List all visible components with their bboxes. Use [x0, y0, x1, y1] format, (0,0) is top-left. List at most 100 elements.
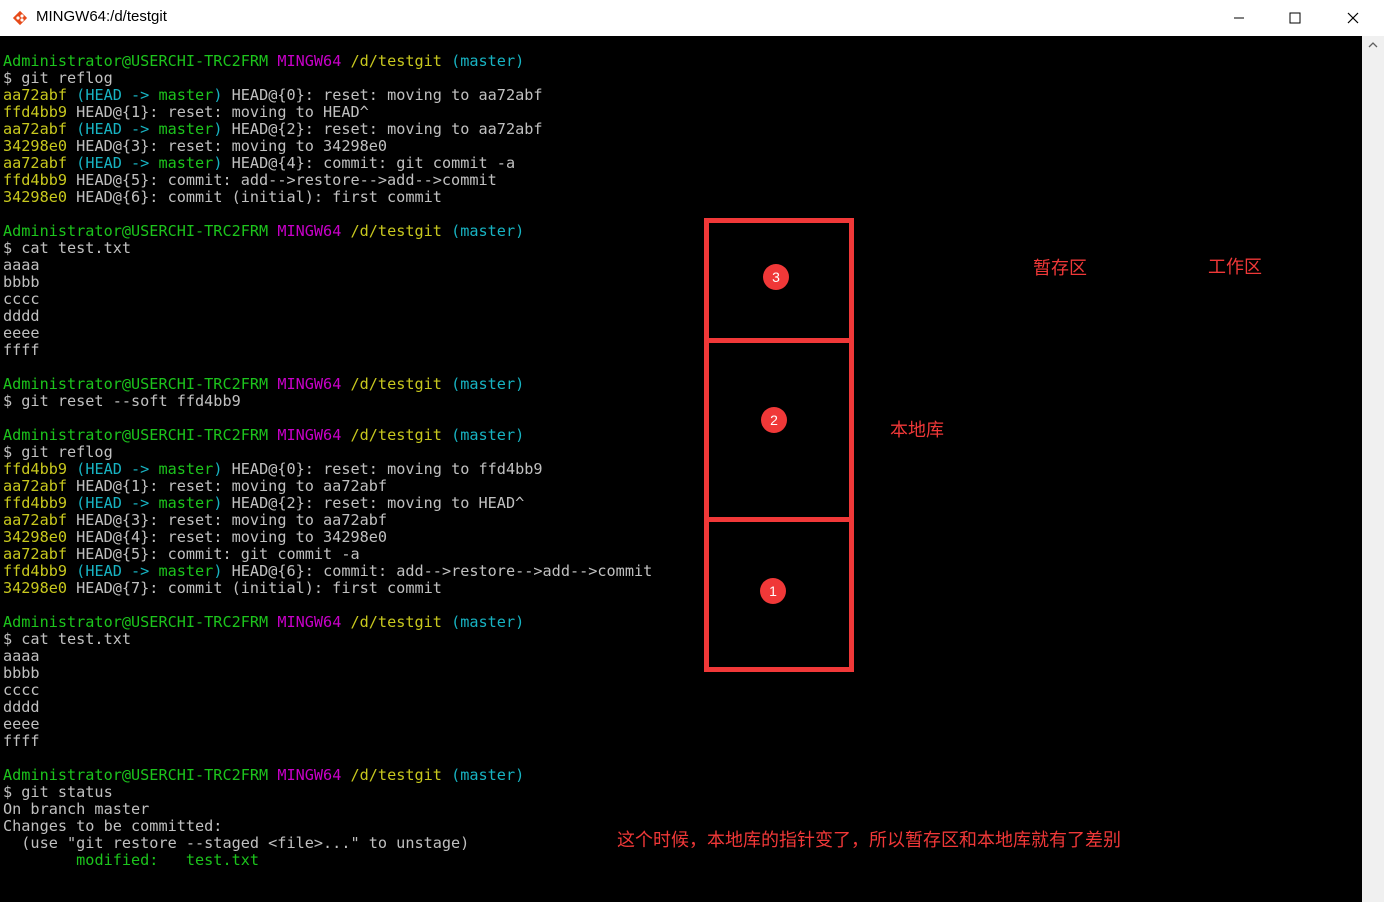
terminal-line: aaaa — [3, 648, 652, 665]
terminal-text: /d/testgit — [350, 613, 442, 631]
terminal-text: HEAD@{2}: reset: moving to HEAD^ — [222, 494, 525, 512]
terminal-text: (HEAD -> — [76, 460, 159, 478]
terminal-line: eeee — [3, 325, 652, 342]
terminal-text: MINGW64 — [277, 426, 342, 444]
terminal-text: eeee — [3, 324, 40, 342]
terminal-text: ) — [213, 460, 223, 478]
badge-2: 2 — [761, 407, 787, 433]
terminal-text: HEAD@{3}: reset: moving to aa72abf — [67, 511, 388, 529]
terminal-line: Administrator@USERCHI-TRC2FRM MINGW64 /d… — [3, 614, 652, 631]
terminal-text: (HEAD -> — [76, 494, 159, 512]
close-button[interactable] — [1330, 0, 1376, 36]
terminal-text: aa72abf — [3, 154, 68, 172]
terminal-line: Administrator@USERCHI-TRC2FRM MINGW64 /d… — [3, 223, 652, 240]
terminal-line: Changes to be committed: — [3, 818, 652, 835]
terminal-text: HEAD@{2}: reset: moving to aa72abf — [222, 120, 543, 138]
terminal-text: ffd4bb9 — [3, 171, 68, 189]
terminal-text: Administrator@USERCHI-TRC2FRM — [3, 375, 269, 393]
terminal-text: $ git status — [3, 783, 113, 801]
terminal-text: $ git reflog — [3, 69, 113, 87]
minimize-icon — [1234, 17, 1244, 19]
terminal-area[interactable]: Administrator@USERCHI-TRC2FRM MINGW64 /d… — [0, 36, 1362, 902]
terminal-text: 34298e0 — [3, 579, 68, 597]
terminal-text: Administrator@USERCHI-TRC2FRM — [3, 766, 269, 784]
terminal-text: (master) — [451, 426, 525, 444]
terminal-text: master — [158, 562, 214, 580]
terminal-text: HEAD@{0}: reset: moving to aa72abf — [222, 86, 543, 104]
terminal-line: Administrator@USERCHI-TRC2FRM MINGW64 /d… — [3, 53, 652, 70]
terminal-text: modified: test.txt — [76, 851, 260, 869]
terminal-text: dddd — [3, 698, 40, 716]
terminal-text: /d/testgit — [350, 426, 442, 444]
maximize-button[interactable] — [1272, 0, 1318, 36]
terminal-text: HEAD@{4}: reset: moving to 34298e0 — [67, 528, 388, 546]
vertical-scrollbar[interactable] — [1362, 36, 1384, 902]
terminal-text: ) — [213, 154, 223, 172]
terminal-text: HEAD@{4}: commit: git commit -a — [222, 154, 516, 172]
scroll-up-button[interactable] — [1362, 36, 1384, 54]
terminal-line: cccc — [3, 682, 652, 699]
terminal-text: $ cat test.txt — [3, 239, 132, 257]
terminal-text: $ cat test.txt — [3, 630, 132, 648]
terminal-text: ffff — [3, 341, 40, 359]
terminal-text: 34298e0 — [3, 188, 68, 206]
terminal-text: HEAD@{7}: commit (initial): first commit — [67, 579, 442, 597]
terminal-text: /d/testgit — [350, 766, 442, 784]
terminal-text: aaaa — [3, 256, 40, 274]
terminal-line: 34298e0 HEAD@{6}: commit (initial): firs… — [3, 189, 652, 206]
terminal-text: aa72abf — [3, 86, 68, 104]
terminal-line: (use "git restore --staged <file>..." to… — [3, 835, 652, 852]
terminal-text: HEAD@{6}: commit: add-->restore-->add-->… — [222, 562, 653, 580]
terminal-text: ffd4bb9 — [3, 103, 68, 121]
terminal-text: ) — [213, 86, 223, 104]
terminal-line: 34298e0 HEAD@{4}: reset: moving to 34298… — [3, 529, 652, 546]
terminal-line: $ cat test.txt — [3, 631, 652, 648]
window-title: MINGW64:/d/testgit — [36, 8, 167, 25]
terminal-line: aa72abf (HEAD -> master) HEAD@{2}: reset… — [3, 121, 652, 138]
terminal-text: HEAD@{5}: commit: add-->restore-->add-->… — [67, 171, 497, 189]
terminal-line: ffff — [3, 342, 652, 359]
terminal-text: HEAD@{0}: reset: moving to ffd4bb9 — [222, 460, 543, 478]
terminal-line: bbbb — [3, 665, 652, 682]
terminal-text: $ git reset --soft ffd4bb9 — [3, 392, 241, 410]
terminal-text: (HEAD -> — [76, 562, 159, 580]
terminal-text: aaaa — [3, 647, 40, 665]
terminal-text: (HEAD -> — [76, 154, 159, 172]
terminal-line: $ git reflog — [3, 444, 652, 461]
terminal-text: HEAD@{3}: reset: moving to 34298e0 — [67, 137, 388, 155]
terminal-text: 34298e0 — [3, 528, 68, 546]
minimize-button[interactable] — [1216, 0, 1262, 36]
terminal-text: (master) — [451, 222, 525, 240]
terminal-text: (master) — [451, 375, 525, 393]
terminal-text: Administrator@USERCHI-TRC2FRM — [3, 613, 269, 631]
terminal-text: master — [158, 460, 214, 478]
terminal-line: ffff — [3, 733, 652, 750]
terminal-text: aa72abf — [3, 545, 68, 563]
terminal-text: ffd4bb9 — [3, 494, 68, 512]
terminal-text: Administrator@USERCHI-TRC2FRM — [3, 426, 269, 444]
terminal-line: 34298e0 HEAD@{7}: commit (initial): firs… — [3, 580, 652, 597]
terminal-text: MINGW64 — [277, 52, 342, 70]
